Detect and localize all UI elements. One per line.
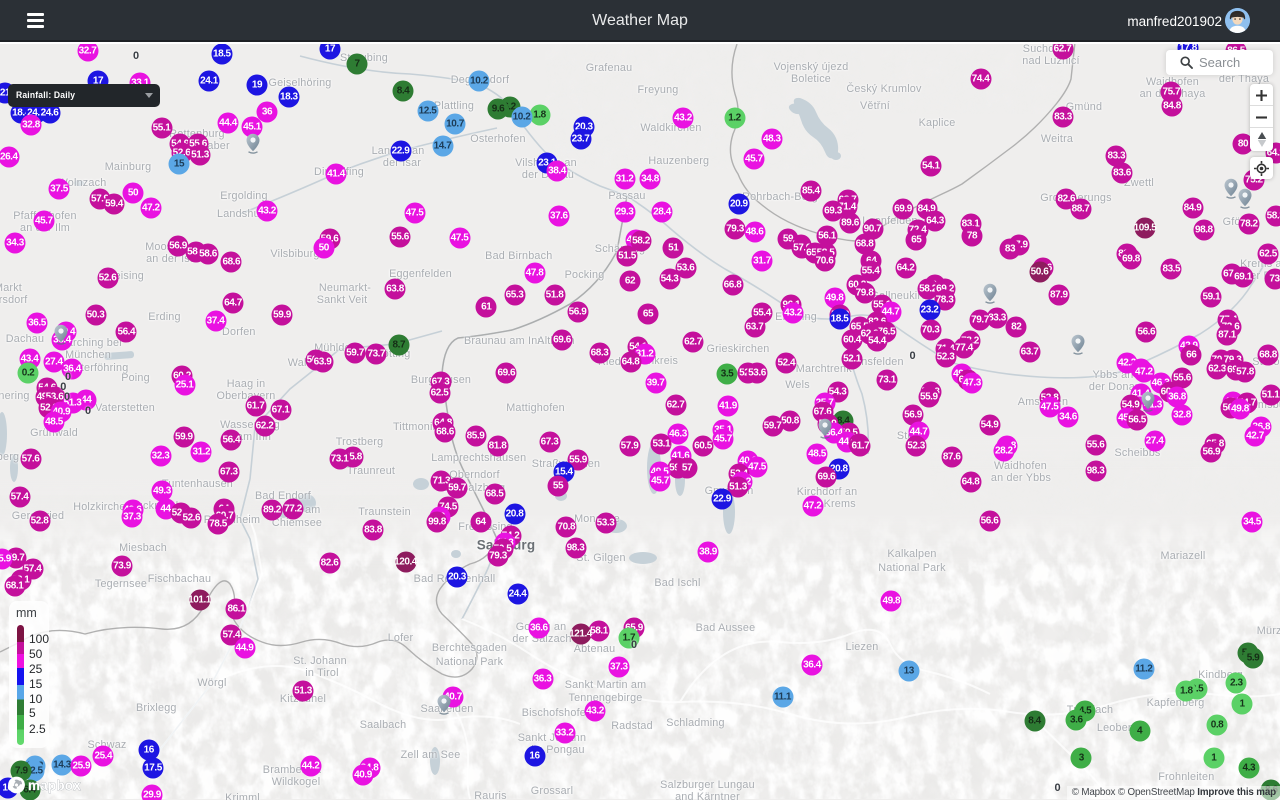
- svg-text:mapbox: mapbox: [28, 778, 81, 793]
